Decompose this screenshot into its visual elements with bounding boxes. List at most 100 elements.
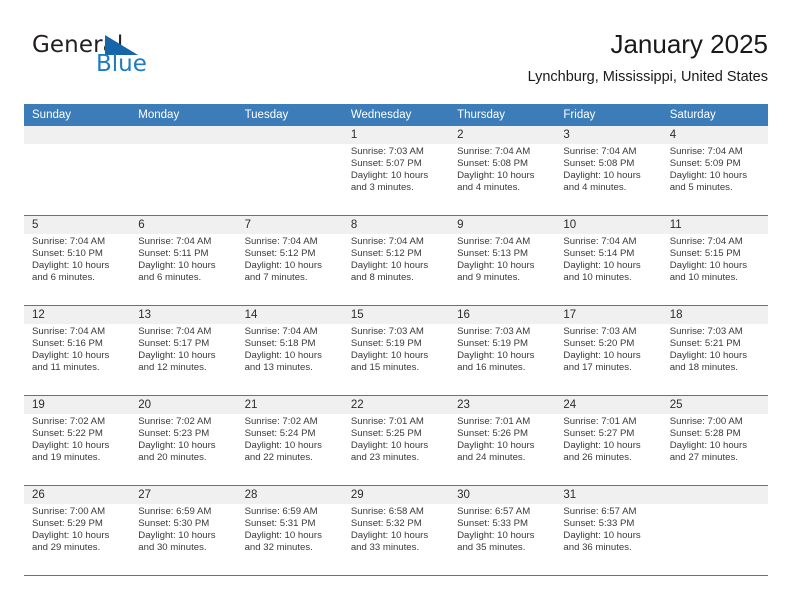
- day-cell[interactable]: Sunrise: 7:04 AM Sunset: 5:11 PM Daylight:…: [130, 234, 236, 305]
- day-cell[interactable]: Sunrise: 7:00 AM Sunset: 5:29 PM Daylight:…: [24, 504, 130, 575]
- sunset-text: Sunset: 5:10 PM: [32, 248, 103, 260]
- day-number[interactable]: 4: [662, 126, 768, 144]
- week-date-band: 1234: [24, 126, 768, 144]
- day-cell[interactable]: Sunrise: 7:04 AM Sunset: 5:12 PM Daylight:…: [237, 234, 343, 305]
- day-number[interactable]: 5: [24, 216, 130, 234]
- day-number[interactable]: 23: [449, 396, 555, 414]
- day-cell[interactable]: Sunrise: 7:04 AM Sunset: 5:12 PM Daylight:…: [343, 234, 449, 305]
- day-cell[interactable]: Sunrise: 7:04 AM Sunset: 5:17 PM Daylight:…: [130, 324, 236, 395]
- day-cell[interactable]: Sunrise: 7:04 AM Sunset: 5:15 PM Daylight:…: [662, 234, 768, 305]
- day-cell[interactable]: Sunrise: 6:59 AM Sunset: 5:30 PM Daylight:…: [130, 504, 236, 575]
- daylight-text: Daylight: 10 hours and 9 minutes.: [457, 260, 535, 284]
- day-cell[interactable]: Sunrise: 7:03 AM Sunset: 5:07 PM Daylight:…: [343, 144, 449, 215]
- day-number[interactable]: 26: [24, 486, 130, 504]
- sunset-text: Sunset: 5:08 PM: [563, 158, 635, 170]
- empty-day-cell: [130, 144, 236, 215]
- week-date-band: 19 20 21 22 23 24 25: [24, 396, 768, 414]
- day-cell[interactable]: Sunrise: 6:58 AM Sunset: 5:32 PM Daylight:…: [343, 504, 449, 575]
- day-number[interactable]: 29: [343, 486, 449, 504]
- day-number[interactable]: 31: [555, 486, 661, 504]
- week-date-band: 5 6 7 8 9 10 11: [24, 216, 768, 234]
- sunset-text: Sunset: 5:17 PM: [138, 338, 210, 350]
- day-cell[interactable]: Sunrise: 6:57 AM Sunset: 5:33 PM Daylight:…: [555, 504, 661, 575]
- day-number[interactable]: 15: [343, 306, 449, 324]
- daylight-text: Daylight: 10 hours and 15 minutes.: [350, 350, 429, 374]
- empty-day-number: [662, 486, 768, 504]
- day-number[interactable]: 2: [449, 126, 555, 144]
- day-cell[interactable]: Sunrise: 7:03 AM Sunset: 5:21 PM Daylight:…: [662, 324, 768, 395]
- sunset-text: Sunset: 5:26 PM: [457, 428, 529, 440]
- sunset-text: Sunset: 5:20 PM: [563, 338, 635, 350]
- day-cell[interactable]: Sunrise: 7:03 AM Sunset: 5:20 PM Daylight:…: [555, 324, 661, 395]
- week-detail-band: Sunrise: 7:04 AM Sunset: 5:10 PM Daylight:…: [24, 234, 768, 305]
- day-cell[interactable]: Sunrise: 7:04 AM Sunset: 5:09 PM Daylight:…: [662, 144, 768, 215]
- daylight-text: Daylight: 10 hours and 19 minutes.: [32, 440, 110, 464]
- day-cell[interactable]: Sunrise: 7:02 AM Sunset: 5:23 PM Daylight:…: [130, 414, 236, 485]
- day-number[interactable]: 3: [555, 126, 661, 144]
- day-number[interactable]: 24: [555, 396, 661, 414]
- day-number[interactable]: 18: [662, 306, 768, 324]
- weekday-header-sunday: Sunday: [32, 109, 72, 121]
- day-number[interactable]: 16: [449, 306, 555, 324]
- day-number[interactable]: 20: [130, 396, 236, 414]
- day-cell[interactable]: Sunrise: 7:03 AM Sunset: 5:19 PM Daylight:…: [449, 324, 555, 395]
- sunrise-text: Sunrise: 7:02 AM: [244, 416, 318, 427]
- day-number[interactable]: 25: [662, 396, 768, 414]
- daylight-text: Daylight: 10 hours and 29 minutes.: [32, 530, 110, 554]
- day-number[interactable]: 11: [662, 216, 768, 234]
- day-number[interactable]: 22: [343, 396, 449, 414]
- day-cell[interactable]: Sunrise: 7:04 AM Sunset: 5:08 PM Daylight:…: [555, 144, 661, 215]
- day-cell[interactable]: Sunrise: 7:04 AM Sunset: 5:08 PM Daylight:…: [449, 144, 555, 215]
- empty-day-cell: [662, 504, 768, 575]
- sunrise-text: Sunrise: 6:57 AM: [457, 506, 531, 517]
- general-blue-logo[interactable]: General Blue: [32, 32, 232, 88]
- sunrise-text: Sunrise: 7:02 AM: [138, 416, 212, 427]
- day-number[interactable]: 21: [237, 396, 343, 414]
- sunrise-text: Sunrise: 7:04 AM: [669, 146, 743, 157]
- weekday-header-saturday: Saturday: [669, 109, 716, 121]
- day-cell[interactable]: Sunrise: 7:01 AM Sunset: 5:26 PM Daylight:…: [449, 414, 555, 485]
- day-number[interactable]: 19: [24, 396, 130, 414]
- day-cell[interactable]: Sunrise: 7:02 AM Sunset: 5:22 PM Daylight:…: [24, 414, 130, 485]
- day-cell[interactable]: Sunrise: 6:57 AM Sunset: 5:33 PM Daylight:…: [449, 504, 555, 575]
- sunset-text: Sunset: 5:14 PM: [563, 248, 635, 260]
- sunset-text: Sunset: 5:32 PM: [350, 518, 422, 530]
- day-number[interactable]: 14: [237, 306, 343, 324]
- empty-day-number: [130, 126, 236, 144]
- calendar-grid: Sunday Monday Tuesday Wednesday Thursday…: [24, 104, 768, 576]
- day-number[interactable]: 8: [343, 216, 449, 234]
- day-number[interactable]: 1: [343, 126, 449, 144]
- day-cell[interactable]: Sunrise: 7:02 AM Sunset: 5:24 PM Daylight:…: [237, 414, 343, 485]
- day-cell[interactable]: Sunrise: 7:04 AM Sunset: 5:14 PM Daylight:…: [555, 234, 661, 305]
- sunset-text: Sunset: 5:31 PM: [244, 518, 316, 530]
- day-number[interactable]: 6: [130, 216, 236, 234]
- empty-day-cell: [237, 144, 343, 215]
- empty-day-cell: [24, 144, 130, 215]
- sunrise-text: Sunrise: 7:03 AM: [350, 326, 424, 337]
- day-number[interactable]: 10: [555, 216, 661, 234]
- day-number[interactable]: 9: [449, 216, 555, 234]
- title-block: January 2025 Lynchburg, Mississippi, Uni…: [528, 28, 768, 88]
- day-number[interactable]: 7: [237, 216, 343, 234]
- day-cell[interactable]: Sunrise: 6:59 AM Sunset: 5:31 PM Daylight:…: [237, 504, 343, 575]
- daylight-text: Daylight: 10 hours and 12 minutes.: [138, 350, 216, 374]
- daylight-text: Daylight: 10 hours and 20 minutes.: [138, 440, 216, 464]
- day-cell[interactable]: Sunrise: 7:04 AM Sunset: 5:10 PM Daylight:…: [24, 234, 130, 305]
- day-cell[interactable]: Sunrise: 7:04 AM Sunset: 5:13 PM Daylight:…: [449, 234, 555, 305]
- day-cell[interactable]: Sunrise: 7:01 AM Sunset: 5:25 PM Daylight:…: [343, 414, 449, 485]
- day-cell[interactable]: Sunrise: 7:00 AM Sunset: 5:28 PM Daylight:…: [662, 414, 768, 485]
- day-number[interactable]: 28: [237, 486, 343, 504]
- sunrise-text: Sunrise: 7:04 AM: [244, 326, 318, 337]
- daylight-text: Daylight: 10 hours and 13 minutes.: [244, 350, 322, 374]
- day-number[interactable]: 27: [130, 486, 236, 504]
- day-cell[interactable]: Sunrise: 7:01 AM Sunset: 5:27 PM Daylight:…: [555, 414, 661, 485]
- daylight-text: Daylight: 10 hours and 17 minutes.: [563, 350, 641, 374]
- day-cell[interactable]: Sunrise: 7:04 AM Sunset: 5:16 PM Daylight:…: [24, 324, 130, 395]
- day-number[interactable]: 12: [24, 306, 130, 324]
- day-cell[interactable]: Sunrise: 7:04 AM Sunset: 5:18 PM Daylight:…: [237, 324, 343, 395]
- day-number[interactable]: 17: [555, 306, 661, 324]
- daylight-text: Daylight: 10 hours and 10 minutes.: [669, 260, 748, 284]
- day-cell[interactable]: Sunrise: 7:03 AM Sunset: 5:19 PM Daylight:…: [343, 324, 449, 395]
- day-number[interactable]: 13: [130, 306, 236, 324]
- day-number[interactable]: 30: [449, 486, 555, 504]
